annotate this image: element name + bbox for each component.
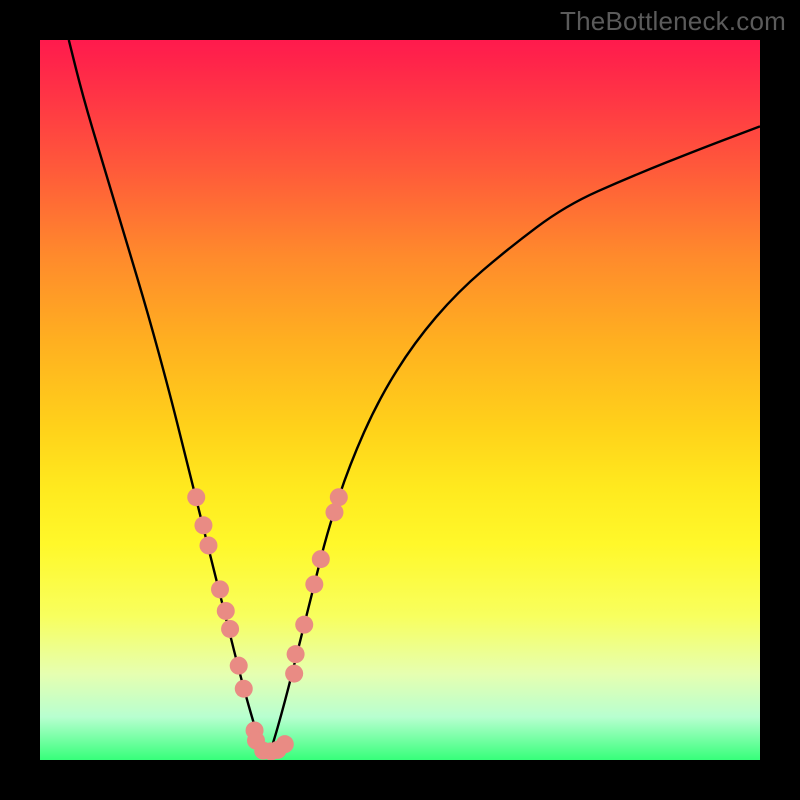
data-marker bbox=[199, 536, 217, 554]
data-marker bbox=[285, 665, 303, 683]
watermark-text: TheBottleneck.com bbox=[560, 6, 786, 37]
chart-svg bbox=[40, 40, 760, 760]
bottleneck-curve bbox=[69, 40, 760, 757]
data-marker bbox=[230, 657, 248, 675]
data-marker bbox=[221, 620, 239, 638]
data-marker bbox=[194, 516, 212, 534]
data-marker bbox=[287, 645, 305, 663]
data-marker bbox=[330, 488, 348, 506]
data-marker bbox=[211, 580, 229, 598]
marker-group bbox=[187, 488, 348, 760]
data-marker bbox=[235, 680, 253, 698]
data-marker bbox=[276, 735, 294, 753]
chart-frame: TheBottleneck.com bbox=[0, 0, 800, 800]
data-marker bbox=[325, 503, 343, 521]
data-marker bbox=[312, 550, 330, 568]
data-marker bbox=[295, 616, 313, 634]
data-marker bbox=[217, 602, 235, 620]
plot-area bbox=[40, 40, 760, 760]
data-marker bbox=[187, 488, 205, 506]
data-marker bbox=[305, 575, 323, 593]
